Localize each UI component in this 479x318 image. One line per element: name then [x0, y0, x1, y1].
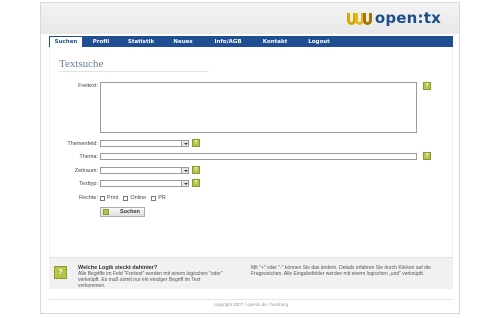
pr-checkbox-label: PR	[158, 195, 166, 201]
tab-suchen[interactable]: Suchen	[49, 36, 83, 47]
texttyp-help-question-mark-icon[interactable]: ?	[192, 179, 200, 187]
logo-text: open:tx	[374, 9, 441, 27]
tab-statistik[interactable]: Statistik	[119, 36, 163, 47]
footer-divider	[49, 299, 453, 300]
waves-logo-icon	[346, 11, 373, 25]
info-text-right: Mit "+" oder "-" können Sie das ändern. …	[251, 265, 431, 277]
title-divider	[59, 71, 209, 72]
chevron-down-icon	[181, 168, 188, 173]
page-title: Textsuche	[59, 58, 104, 70]
page-frame: open:tx Suchen Profil Statistik Neues In…	[40, 2, 460, 314]
freitext-help-question-mark-icon[interactable]: ?	[423, 82, 431, 90]
texttyp-label: Texttyp:	[79, 181, 98, 187]
copyright-text: copyright 2007 / opentx.de / hamburg	[213, 302, 289, 307]
search-form: Textsuche Freitext: ? Themenfeld: ? Them…	[49, 47, 453, 257]
thema-input[interactable]	[100, 153, 417, 160]
chevron-down-icon	[181, 181, 188, 186]
tab-profil[interactable]: Profil	[83, 36, 119, 47]
print-checkbox[interactable]	[100, 195, 105, 201]
tab-neues[interactable]: Neues	[163, 36, 203, 47]
themenfeld-help-question-mark-icon[interactable]: ?	[192, 139, 200, 147]
search-button[interactable]: Suchen	[100, 207, 145, 217]
thema-label: Thema:	[79, 154, 98, 160]
print-checkbox-label: Print	[107, 195, 119, 201]
freitext-label: Freitext:	[78, 83, 98, 89]
arrow-right-icon	[103, 209, 109, 215]
online-checkbox[interactable]	[123, 195, 129, 201]
themenfeld-label: Themenfeld:	[67, 141, 98, 147]
zeitraum-label: Zeitraum:	[74, 168, 98, 174]
tab-logout[interactable]: Logout	[297, 36, 341, 47]
online-checkbox-label: Online	[130, 195, 147, 201]
tab-info-agb[interactable]: Info/AGB	[203, 36, 253, 47]
pr-checkbox[interactable]	[151, 195, 157, 201]
chevron-down-icon	[181, 141, 188, 146]
freitext-textarea[interactable]	[100, 82, 417, 133]
question-mark-icon: ?	[54, 266, 67, 279]
header-bar: open:tx	[41, 3, 459, 34]
footer: copyright 2007 / opentx.de / hamburg	[49, 291, 453, 313]
info-text-left: Alle Begriffe im Feld "Freitext" werden …	[78, 271, 223, 289]
texttyp-select[interactable]	[100, 180, 189, 187]
rechte-label: Rechte:	[79, 195, 98, 201]
zeitraum-help-question-mark-icon[interactable]: ?	[192, 166, 200, 174]
logo[interactable]: open:tx	[346, 7, 441, 29]
zeitraum-select[interactable]	[100, 167, 189, 174]
thema-help-question-mark-icon[interactable]: ?	[423, 152, 431, 160]
rechte-options: Print Online PR	[100, 195, 171, 201]
tab-kontakt[interactable]: Kontakt	[253, 36, 297, 47]
search-button-label: Suchen	[120, 209, 140, 215]
themenfeld-select[interactable]	[100, 140, 189, 147]
main-nav: Suchen Profil Statistik Neues Info/AGB K…	[49, 36, 453, 47]
logic-info-box: ? Welche Logik steckt dahinter? Alle Beg…	[49, 257, 453, 289]
